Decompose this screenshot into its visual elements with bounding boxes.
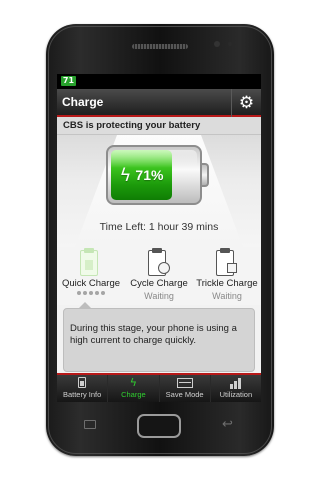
stage-name: Cycle Charge: [130, 278, 188, 289]
stage-trickle-charge[interactable]: Trickle Charge Waiting: [193, 247, 261, 305]
progress-dot: [101, 291, 105, 295]
app-screen: 71 Charge ⚙ CBS is protecting your batte…: [57, 74, 261, 402]
time-left-label: Time Left: 1 hour 39 mins: [99, 221, 219, 233]
front-camera: [214, 41, 220, 47]
battery-cap: [202, 163, 209, 187]
trickle-clipboard-icon: [214, 248, 240, 278]
title-bar: Charge ⚙: [57, 89, 261, 117]
stage-description: During this stage, your phone is using a…: [63, 308, 255, 372]
progress-dot: [77, 291, 81, 295]
nav-utilization[interactable]: Utilization: [211, 375, 261, 402]
stage-name: Trickle Charge: [196, 278, 258, 289]
nav-label: Charge: [121, 390, 146, 399]
gear-icon: ⚙: [238, 93, 255, 113]
progress-dot: [83, 291, 87, 295]
back-key-icon[interactable]: ↩: [222, 417, 233, 432]
battery-display: ϟ 71% Time Left: 1 hour 39 mins: [57, 135, 261, 247]
bolt-icon: ϟ: [129, 376, 137, 389]
nav-save-mode[interactable]: Save Mode: [160, 375, 211, 402]
battery-icon: [78, 377, 87, 388]
notification-icon: 71: [61, 76, 76, 86]
stage-quick-charge[interactable]: Quick Charge: [57, 247, 125, 305]
battery-shine: [111, 150, 197, 168]
stage-status: Waiting: [144, 291, 174, 301]
earpiece-speaker: [132, 44, 188, 49]
cycle-clipboard-icon: [146, 248, 172, 278]
progress-dots: [57, 291, 125, 295]
stage-name: Quick Charge: [61, 278, 121, 289]
stage-status: Waiting: [212, 291, 242, 301]
menu-key-icon[interactable]: [84, 420, 96, 429]
battery-percent: 71%: [135, 167, 164, 183]
nav-label: Save Mode: [165, 390, 204, 399]
proximity-sensor: [228, 42, 232, 46]
home-button[interactable]: [137, 414, 181, 438]
progress-dot: [95, 291, 99, 295]
stage-cycle-charge[interactable]: Cycle Charge Waiting: [125, 247, 193, 305]
settings-button[interactable]: ⚙: [231, 89, 261, 117]
progress-dot: [89, 291, 93, 295]
nav-charge[interactable]: ϟ Charge: [108, 375, 160, 402]
bar-chart-icon: [230, 377, 242, 389]
protection-banner: CBS is protecting your battery: [57, 117, 261, 135]
battery-graphic: ϟ 71%: [106, 145, 202, 205]
status-bar: 71: [57, 74, 261, 89]
save-mode-icon: [176, 378, 193, 388]
page-title: Charge: [62, 95, 104, 109]
bottom-nav: Battery Info ϟ Charge Save Mode Utilizat…: [57, 373, 261, 402]
nav-battery-info[interactable]: Battery Info: [57, 375, 109, 402]
nav-label: Utilization: [219, 390, 253, 399]
charge-stages: Quick Charge Cycle Charge Waiting Trickl…: [57, 247, 261, 305]
nav-label: Battery Info: [62, 390, 102, 399]
clipboard-icon: [78, 248, 104, 278]
